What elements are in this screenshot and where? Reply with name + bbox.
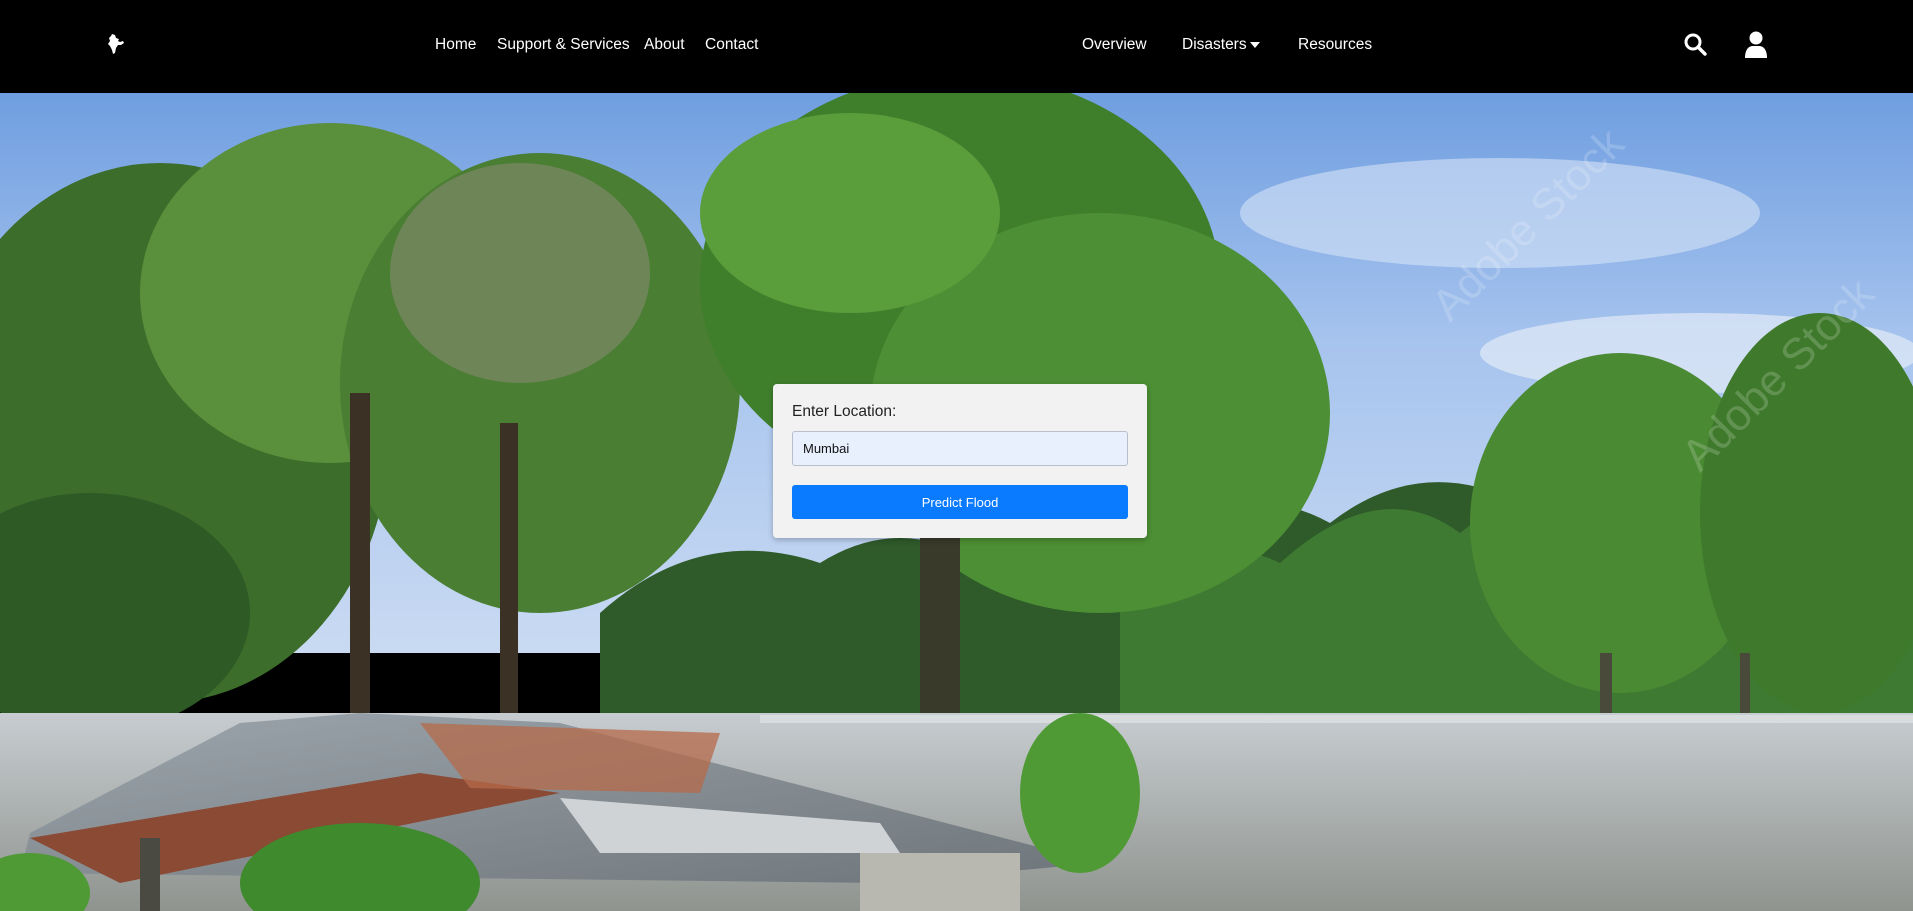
india-map-icon <box>108 34 124 54</box>
location-input[interactable] <box>792 431 1128 466</box>
nav-link-resources[interactable]: Resources <box>1298 36 1372 54</box>
nav-link-disasters[interactable]: Disasters <box>1182 36 1260 54</box>
flood-prediction-form: Enter Location: Predict Flood <box>773 384 1147 538</box>
user-icon[interactable] <box>1744 31 1768 58</box>
nav-link-home[interactable]: Home <box>435 36 476 54</box>
search-icon[interactable] <box>1683 32 1707 56</box>
nav-link-disasters-label: Disasters <box>1182 36 1247 53</box>
top-navbar: Home Support & Services About Contact Ov… <box>0 0 1913 93</box>
nav-link-contact[interactable]: Contact <box>705 36 758 54</box>
nav-link-overview[interactable]: Overview <box>1082 36 1147 54</box>
nav-link-about[interactable]: About <box>644 36 685 54</box>
predict-flood-button[interactable]: Predict Flood <box>792 485 1128 519</box>
location-label: Enter Location: <box>792 403 897 420</box>
caret-down-icon <box>1249 41 1260 48</box>
nav-link-support-services[interactable]: Support & Services <box>497 36 630 54</box>
